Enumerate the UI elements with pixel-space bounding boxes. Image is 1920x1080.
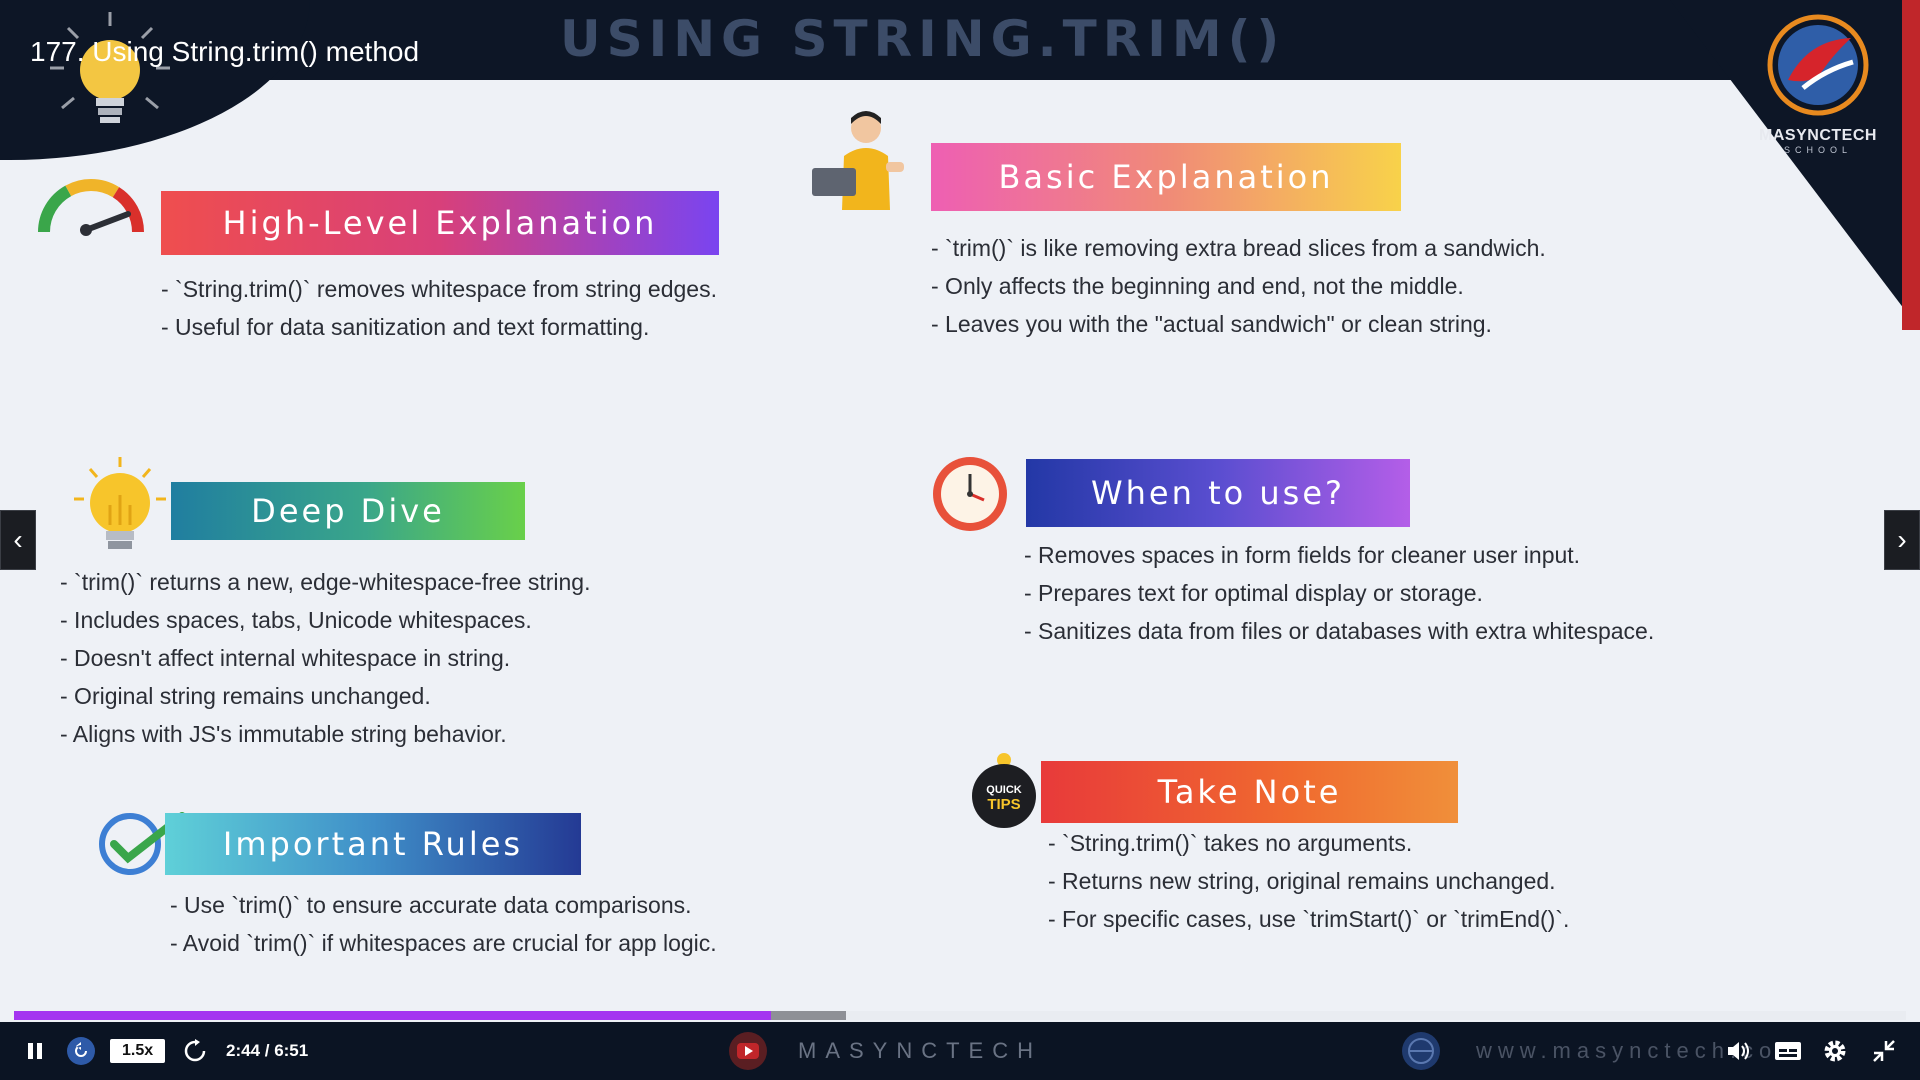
deep-dive-heading: Deep Dive <box>171 482 525 540</box>
lightbulb-icon <box>74 457 166 549</box>
slide-stage: USING STRING.TRIM() 177. Using String.tr… <box>0 0 1920 1022</box>
list-item: - Removes spaces in form fields for clea… <box>1024 542 1581 568</box>
high-level-heading: High-Level Explanation <box>161 191 719 255</box>
list-item: - `String.trim()` takes no arguments. <box>1048 830 1413 856</box>
captions-button[interactable] <box>1774 1022 1802 1080</box>
person-laptop-icon <box>812 111 904 210</box>
list-item: - Doesn't affect internal whitespace in … <box>60 645 511 671</box>
pause-button[interactable] <box>24 1022 46 1080</box>
list-item: - Useful for data sanitization and text … <box>161 314 650 340</box>
list-item: - `trim()` is like removing extra bread … <box>931 235 1546 261</box>
captions-icon <box>1775 1042 1801 1060</box>
footer-brand: MASYNCTECH <box>798 1038 1043 1063</box>
logo-emblem-icon <box>1767 14 1869 116</box>
list-item: - `String.trim()` removes whitespace fro… <box>161 276 717 302</box>
footer-youtube-badge <box>725 1022 771 1080</box>
list-item: - `trim()` returns a new, edge-whitespac… <box>60 569 591 595</box>
red-stripe <box>1902 0 1920 330</box>
important-rules-heading: Important Rules <box>165 813 581 875</box>
pause-icon <box>28 1043 42 1059</box>
fullscreen-exit-button[interactable] <box>1872 1022 1896 1080</box>
video-title: 177. Using String.trim() method <box>30 36 420 67</box>
list-item: - Aligns with JS's immutable string beha… <box>60 721 507 747</box>
logo-subtitle: SCHOOL <box>1783 145 1852 155</box>
footer-globe <box>1400 1022 1442 1080</box>
player-controls: 1.5x 2:44 / 6:51 MASYNCTECH www.masyncte… <box>0 1022 1920 1080</box>
basic-heading: Basic Explanation <box>931 143 1401 211</box>
settings-icon <box>1824 1040 1846 1062</box>
high-level-list: - `String.trim()` removes whitespace fro… <box>161 270 717 346</box>
quick-tips-top: QUICK <box>986 784 1022 796</box>
progress-bar[interactable] <box>14 1011 1906 1020</box>
time-display: 2:44 / 6:51 <box>226 1041 309 1060</box>
list-item: - Leaves you with the "actual sandwich" … <box>931 311 1492 337</box>
playback-rate-button[interactable]: 1.5x <box>110 1039 166 1063</box>
when-to-use-heading: When to use? <box>1026 459 1410 527</box>
next-slide-button[interactable]: › <box>1884 510 1920 570</box>
settings-button[interactable] <box>1822 1022 1848 1080</box>
list-item: - Includes spaces, tabs, Unicode whitesp… <box>60 607 532 633</box>
globe-icon <box>1402 1032 1440 1070</box>
quick-tips-bottom: TIPS <box>987 796 1021 813</box>
when-to-use-list: - Removes spaces in form fields for clea… <box>1024 536 1654 650</box>
footer-website: www.masynctech.com <box>1476 1038 1802 1063</box>
list-item: - Original string remains unchanged. <box>60 683 431 709</box>
list-item: - Returns new string, original remains u… <box>1048 868 1556 894</box>
quick-tips-badge: QUICK TIPS <box>968 752 1040 830</box>
prev-slide-button[interactable]: ‹ <box>0 510 36 570</box>
progress-played <box>14 1011 771 1020</box>
next-arrow-icon: › <box>1897 524 1907 555</box>
volume-icon <box>1728 1042 1749 1060</box>
list-item: - Only affects the beginning and end, no… <box>931 273 1464 299</box>
take-note-heading: Take Note <box>1041 761 1458 823</box>
volume-button[interactable] <box>1726 1022 1752 1080</box>
list-item: - Avoid `trim()` if whitespaces are cruc… <box>170 930 717 956</box>
rewind-icon <box>67 1037 95 1065</box>
rewind-button[interactable] <box>66 1022 96 1080</box>
deep-dive-list: - `trim()` returns a new, edge-whitespac… <box>60 563 590 753</box>
important-rules-list: - Use `trim()` to ensure accurate data c… <box>170 886 717 962</box>
prev-arrow-icon: ‹ <box>13 524 23 555</box>
clock-icon <box>933 457 1007 531</box>
forward-icon <box>184 1039 206 1062</box>
forward-button[interactable] <box>182 1022 208 1080</box>
masynctech-logo: MASYNCTECH SCHOOL <box>1748 10 1888 160</box>
list-item: - For specific cases, use `trimStart()` … <box>1048 906 1570 932</box>
youtube-icon <box>729 1032 767 1070</box>
gauge-icon <box>38 179 144 236</box>
take-note-list: - `String.trim()` takes no arguments. - … <box>1048 824 1569 938</box>
lightbulb-decor-icon <box>50 12 170 123</box>
list-item: - Prepares text for optimal display or s… <box>1024 580 1483 606</box>
list-item: - Sanitizes data from files or databases… <box>1024 618 1655 644</box>
basic-list: - `trim()` is like removing extra bread … <box>931 229 1546 343</box>
logo-name: MASYNCTECH <box>1759 127 1877 144</box>
fullscreen-exit-icon <box>1873 1040 1895 1062</box>
list-item: - Use `trim()` to ensure accurate data c… <box>170 892 692 918</box>
slide-title: USING STRING.TRIM() <box>560 10 1286 68</box>
